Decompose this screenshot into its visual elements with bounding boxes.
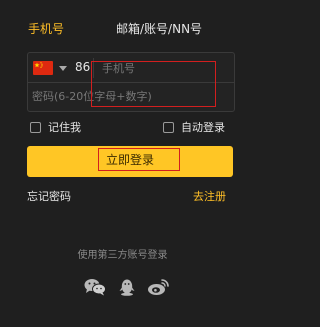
chevron-down-icon [59, 66, 67, 71]
remember-me-checkbox[interactable] [30, 122, 41, 133]
login-tabs: 手机号 邮箱/账号/NN号 [0, 0, 245, 46]
remember-me-label: 记住我 [48, 121, 81, 134]
weibo-icon[interactable] [147, 278, 169, 296]
login-button[interactable]: 立即登录 [27, 146, 233, 177]
china-flag-icon [33, 61, 53, 75]
third-party-login-label: 使用第三方账号登录 [77, 250, 168, 261]
forgot-password-link[interactable]: 忘记密码 [27, 190, 71, 204]
country-code-select[interactable] [33, 59, 73, 77]
divider [28, 82, 234, 83]
qq-icon[interactable] [116, 278, 138, 296]
phone-input[interactable] [102, 60, 227, 76]
country-code: 86 [75, 60, 91, 74]
wechat-icon[interactable] [84, 278, 106, 296]
password-input[interactable] [32, 88, 227, 104]
credentials-group: 86 [27, 52, 235, 112]
login-button-label: 立即登录 [105, 153, 154, 167]
register-link[interactable]: 去注册 [193, 190, 226, 204]
login-panel: 手机号 邮箱/账号/NN号 86 记住我 自动登录 [0, 0, 245, 327]
tab-email-account[interactable]: 邮箱/账号/NN号 [116, 22, 202, 36]
auto-login-label: 自动登录 [181, 121, 225, 134]
tab-phone[interactable]: 手机号 [28, 22, 64, 36]
auto-login-checkbox[interactable] [163, 122, 174, 133]
divider [93, 58, 94, 78]
